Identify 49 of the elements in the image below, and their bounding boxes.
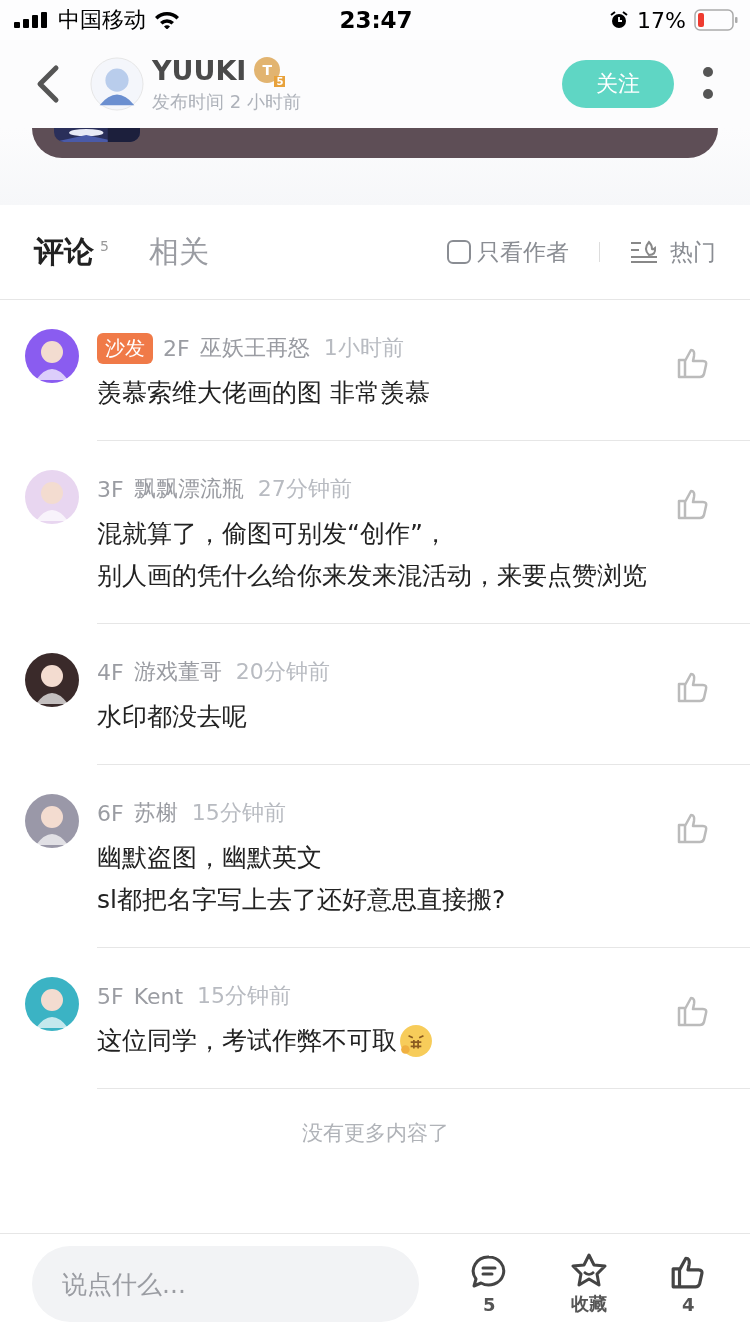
username[interactable]: 游戏董哥 bbox=[133, 657, 222, 687]
comment-text: 别人画的凭什么给你来发来混活动，来要点赞浏览 bbox=[97, 560, 648, 592]
username[interactable]: Kent bbox=[133, 983, 184, 1009]
carrier-name: 中国移动 bbox=[58, 6, 146, 34]
comment-time: 15分钟前 bbox=[191, 799, 286, 827]
battery-icon bbox=[694, 9, 738, 31]
clock-time: 23:47 bbox=[339, 7, 413, 33]
sort-icon[interactable] bbox=[630, 240, 658, 264]
wifi-icon bbox=[154, 11, 180, 29]
checkbox[interactable] bbox=[447, 240, 471, 264]
follow-button[interactable]: 关注 bbox=[562, 60, 674, 108]
forum-card[interactable] bbox=[32, 128, 718, 158]
signal-icon bbox=[14, 12, 50, 28]
avatar[interactable] bbox=[24, 652, 80, 708]
floor-number: 4F bbox=[97, 659, 124, 685]
comment-text: 水印都没去呢 bbox=[97, 701, 248, 733]
username[interactable]: 飘飘漂流瓶 bbox=[133, 474, 244, 504]
author-name[interactable]: YUUKI bbox=[152, 54, 247, 86]
emoji-icon bbox=[399, 1024, 433, 1058]
comment-text: sl都把名字写上去了还好意思直接搬? bbox=[97, 884, 507, 916]
tag: 沙发 bbox=[97, 332, 153, 364]
floor-number: 5F bbox=[97, 983, 124, 1009]
comment-text: 幽默盗图，幽默英文 bbox=[97, 842, 323, 874]
comment-input[interactable]: 说点什么... bbox=[32, 1246, 420, 1322]
end-note: 没有更多内容了 bbox=[300, 1120, 450, 1147]
star-icon[interactable] bbox=[569, 1252, 608, 1288]
battery-percent: 17% bbox=[637, 7, 686, 33]
favorite-label: 收藏 bbox=[570, 1292, 607, 1316]
comment-time: 27分钟前 bbox=[257, 475, 352, 503]
alarm-icon bbox=[609, 10, 630, 30]
comment-time: 15分钟前 bbox=[197, 982, 292, 1010]
comment-count: 5 bbox=[482, 1293, 496, 1315]
username[interactable]: 巫妖王再怒 bbox=[199, 333, 310, 363]
comment-text: 羡慕索维大佬画的图 非常羡慕 bbox=[97, 377, 431, 409]
comment-time: 1小时前 bbox=[323, 334, 404, 362]
post-time: 发布时间 2 小时前 bbox=[152, 89, 302, 114]
floor-number: 3F bbox=[97, 476, 124, 502]
tab[interactable]: 相关 bbox=[148, 231, 209, 273]
author-only-label[interactable]: 只看作者 bbox=[477, 236, 569, 268]
tab[interactable]: 评论 $^{5}$ bbox=[34, 231, 109, 273]
floor-number: 2F bbox=[163, 335, 190, 361]
more-icon[interactable] bbox=[702, 66, 714, 102]
floor-number: 6F bbox=[97, 800, 124, 826]
username[interactable]: 苏榭 bbox=[133, 798, 178, 828]
comment-text: 这位同学，考试作弊不可取 bbox=[97, 1020, 750, 1062]
comment-text: 混就算了，偷图可别发“创作”， bbox=[97, 518, 449, 550]
comment-time: 20分钟前 bbox=[235, 658, 330, 686]
like-count: 4 bbox=[681, 1293, 695, 1315]
sort-label[interactable]: 热门 bbox=[670, 236, 716, 268]
